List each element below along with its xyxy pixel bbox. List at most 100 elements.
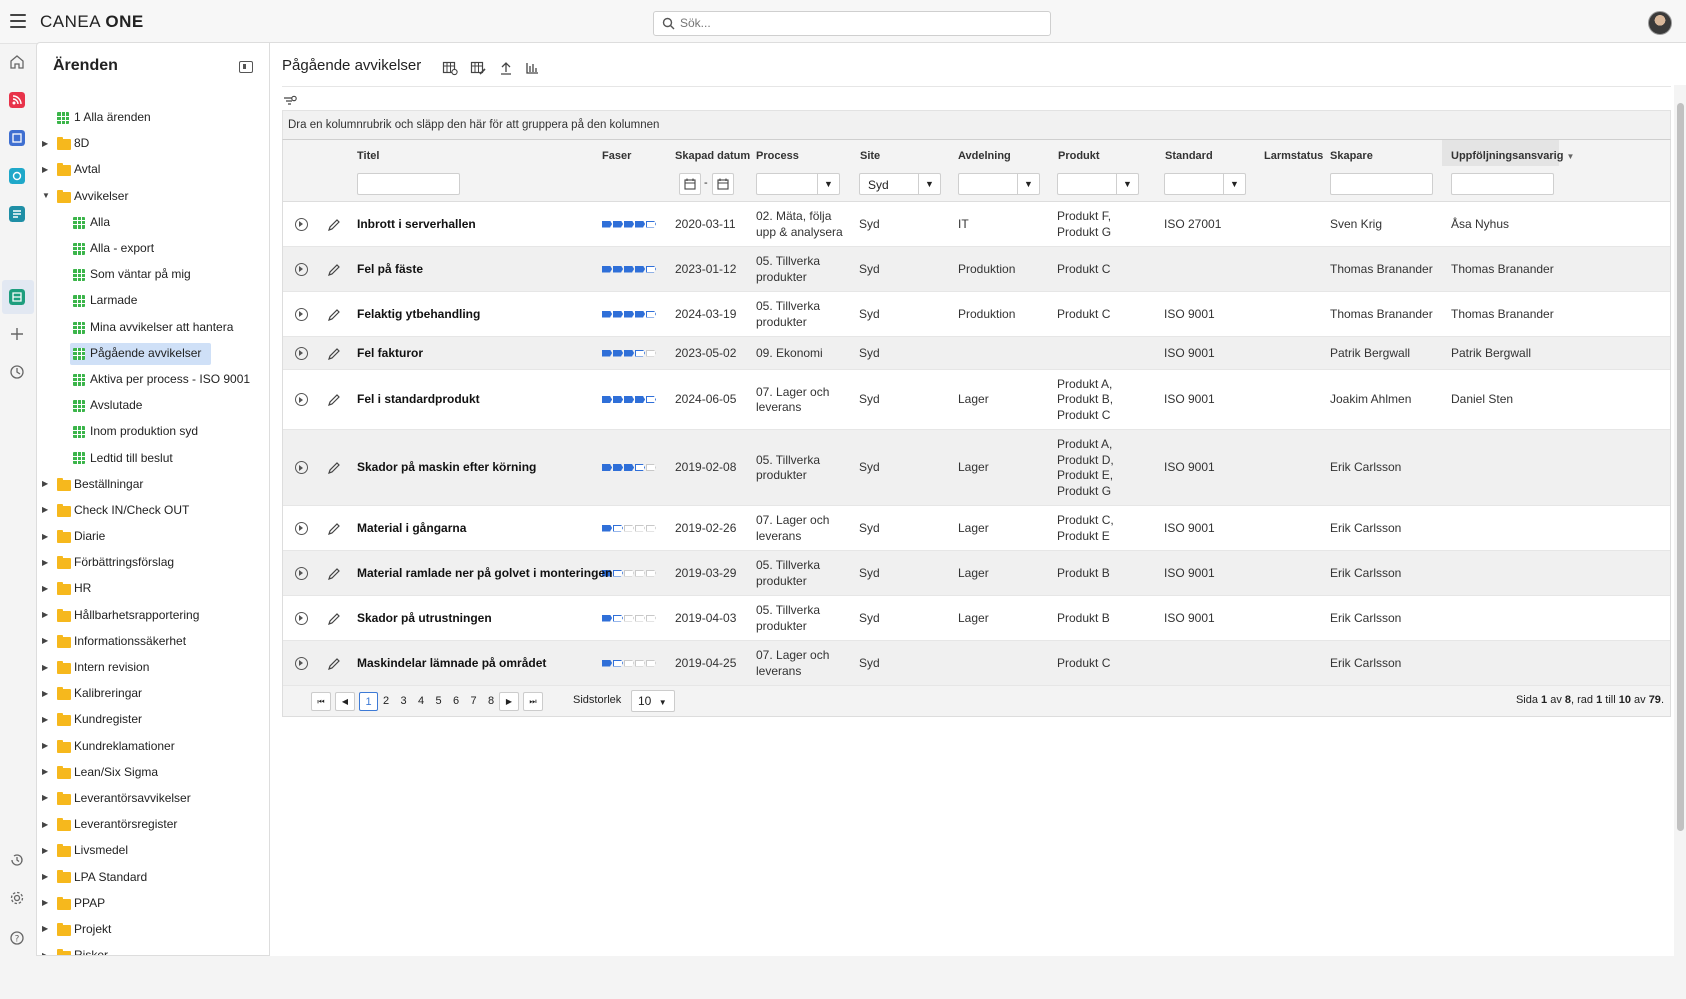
- page-number-button[interactable]: 7: [464, 692, 483, 711]
- edit-pencil-icon[interactable]: [327, 567, 341, 581]
- edit-pencil-icon[interactable]: [327, 612, 341, 626]
- cell-titel[interactable]: Fel i standardprodukt: [357, 392, 480, 408]
- cell-titel[interactable]: Inbrott i serverhallen: [357, 217, 476, 233]
- open-case-icon[interactable]: [295, 566, 308, 580]
- rss-app-icon[interactable]: [9, 92, 25, 108]
- table-edit-icon[interactable]: [470, 60, 486, 76]
- edit-pencil-icon[interactable]: [327, 263, 341, 277]
- cell-titel[interactable]: Maskindelar lämnade på området: [357, 656, 546, 672]
- tree-item[interactable]: ▶ PPAP: [37, 890, 269, 916]
- collapsed-arrow-icon[interactable]: ▶: [42, 820, 50, 829]
- cell-titel[interactable]: Skador på utrustningen: [357, 611, 492, 627]
- dropdown-arrow-icon[interactable]: ▼: [817, 174, 839, 194]
- table-row[interactable]: Fel i standardprodukt 2024-06-05 07. Lager…: [283, 370, 1670, 430]
- table-row[interactable]: Fel på fäste 2023-01-12 05. Tillverka prod…: [283, 247, 1670, 292]
- collapsed-arrow-icon[interactable]: ▶: [42, 872, 50, 881]
- page-number-button[interactable]: 6: [447, 692, 466, 711]
- filter-process[interactable]: ▼: [756, 173, 840, 195]
- open-case-icon[interactable]: [295, 217, 308, 231]
- prev-page-button[interactable]: ◀: [335, 692, 355, 711]
- open-case-icon[interactable]: [295, 656, 308, 670]
- history-icon[interactable]: [9, 852, 25, 868]
- table-settings-icon[interactable]: [442, 60, 458, 76]
- collapsed-arrow-icon[interactable]: ▶: [42, 558, 50, 567]
- page-number-button[interactable]: 4: [412, 692, 431, 711]
- tree-item[interactable]: ▶ Livsmedel: [37, 837, 269, 863]
- column-header-process[interactable]: Process: [756, 150, 799, 162]
- page-number-button[interactable]: 3: [394, 692, 413, 711]
- column-header-uppfoljning[interactable]: Uppföljningsansvarig ▼: [1451, 150, 1574, 162]
- page-number-button[interactable]: 8: [482, 692, 501, 711]
- collapsed-arrow-icon[interactable]: ▶: [42, 610, 50, 619]
- cell-titel[interactable]: Felaktig ytbehandling: [357, 307, 480, 323]
- column-header-skapad[interactable]: Skapad datum: [675, 150, 750, 162]
- tree-item[interactable]: ▶ Beställningar: [37, 471, 269, 497]
- table-row[interactable]: Skador på utrustningen 2019-04-03 05. Till…: [283, 596, 1670, 641]
- cell-titel[interactable]: Fel på fäste: [357, 262, 423, 278]
- tree-item[interactable]: Inom produktion syd: [37, 418, 269, 444]
- scrollbar-thumb[interactable]: [1677, 103, 1684, 831]
- filter-date-from[interactable]: [679, 173, 701, 195]
- tree-item[interactable]: Aktiva per process - ISO 9001: [37, 366, 269, 392]
- filter-avdelning[interactable]: ▼: [958, 173, 1040, 195]
- documents-app-icon[interactable]: [9, 130, 25, 146]
- tree-item[interactable]: Som väntar på mig: [37, 261, 269, 287]
- table-row[interactable]: Skador på maskin efter körning 2019-02-08…: [283, 430, 1670, 506]
- tree-item[interactable]: ▶ Projekt: [37, 916, 269, 942]
- filter-skapare[interactable]: [1330, 173, 1433, 195]
- collapsed-arrow-icon[interactable]: ▶: [42, 924, 50, 933]
- column-header-site[interactable]: Site: [860, 150, 880, 162]
- collapsed-arrow-icon[interactable]: ▶: [42, 636, 50, 645]
- dropdown-arrow-icon[interactable]: ▼: [1223, 174, 1245, 194]
- collapse-panel-icon[interactable]: [239, 61, 253, 73]
- column-header-faser[interactable]: Faser: [602, 150, 631, 162]
- filter-date-to[interactable]: [712, 173, 734, 195]
- tree-item[interactable]: Mina avvikelser att hantera: [37, 314, 269, 340]
- open-case-icon[interactable]: [295, 262, 308, 276]
- collapsed-arrow-icon[interactable]: ▶: [42, 767, 50, 776]
- tree-item[interactable]: Alla - export: [37, 235, 269, 261]
- tree-item[interactable]: Ledtid till beslut: [37, 444, 269, 470]
- last-page-button[interactable]: ⏭: [523, 692, 543, 711]
- edit-pencil-icon[interactable]: [327, 657, 341, 671]
- export-upload-icon[interactable]: [498, 60, 514, 76]
- collapsed-arrow-icon[interactable]: ▶: [42, 898, 50, 907]
- collapsed-arrow-icon[interactable]: ▶: [42, 663, 50, 672]
- dropdown-arrow-icon[interactable]: ▼: [1017, 174, 1039, 194]
- tree-item[interactable]: ▶ 8D: [37, 130, 269, 156]
- group-drop-area[interactable]: Dra en kolumnrubrik och släpp den här fö…: [282, 110, 1671, 139]
- tree-item[interactable]: Pågående avvikelser: [37, 340, 269, 366]
- table-row[interactable]: Material i gångarna 2019-02-26 07. Lager o…: [283, 506, 1670, 551]
- menu-icon[interactable]: [10, 14, 26, 28]
- tree-item[interactable]: 1 Alla ärenden: [37, 104, 269, 130]
- tree-item[interactable]: ▼ Avvikelser: [37, 183, 269, 209]
- collapsed-arrow-icon[interactable]: ▶: [42, 165, 50, 174]
- collapsed-arrow-icon[interactable]: ▶: [42, 793, 50, 802]
- tree-item[interactable]: Avslutade: [37, 392, 269, 418]
- open-case-icon[interactable]: [295, 611, 308, 625]
- table-row[interactable]: Inbrott i serverhallen 2020-03-11 02. Mäta…: [283, 202, 1670, 247]
- collapsed-arrow-icon[interactable]: ▶: [42, 689, 50, 698]
- user-avatar[interactable]: [1648, 11, 1672, 35]
- tree-item[interactable]: ▶ Diarie: [37, 523, 269, 549]
- cell-titel[interactable]: Fel fakturor: [357, 346, 423, 362]
- page-number-button[interactable]: 5: [429, 692, 448, 711]
- filter-site[interactable]: Syd ▼: [859, 173, 941, 195]
- vertical-scrollbar[interactable]: [1674, 85, 1686, 999]
- dropdown-arrow-icon[interactable]: ▼: [1116, 174, 1138, 194]
- open-case-icon[interactable]: [295, 393, 308, 406]
- table-row[interactable]: Maskindelar lämnade på området 2019-04-25…: [283, 641, 1670, 686]
- edit-pencil-icon[interactable]: [327, 393, 341, 407]
- open-case-icon[interactable]: [295, 461, 308, 474]
- table-row[interactable]: Fel fakturor 2023-05-02 09. Ekonomi Syd ISO …: [283, 337, 1670, 370]
- cell-titel[interactable]: Material i gångarna: [357, 521, 466, 537]
- tree-item[interactable]: Larmade: [37, 287, 269, 313]
- column-header-produkt[interactable]: Produkt: [1058, 150, 1100, 162]
- brand-logo[interactable]: CANEA ONE: [40, 12, 144, 32]
- tree-item[interactable]: ▶ Lean/Six Sigma: [37, 759, 269, 785]
- tree-item[interactable]: ▶ Avtal: [37, 156, 269, 182]
- tree-item[interactable]: ▶ Förbättringsförslag: [37, 549, 269, 575]
- edit-pencil-icon[interactable]: [327, 218, 341, 232]
- cases-app-icon[interactable]: [9, 289, 25, 305]
- tree-item[interactable]: ▶ Kalibreringar: [37, 680, 269, 706]
